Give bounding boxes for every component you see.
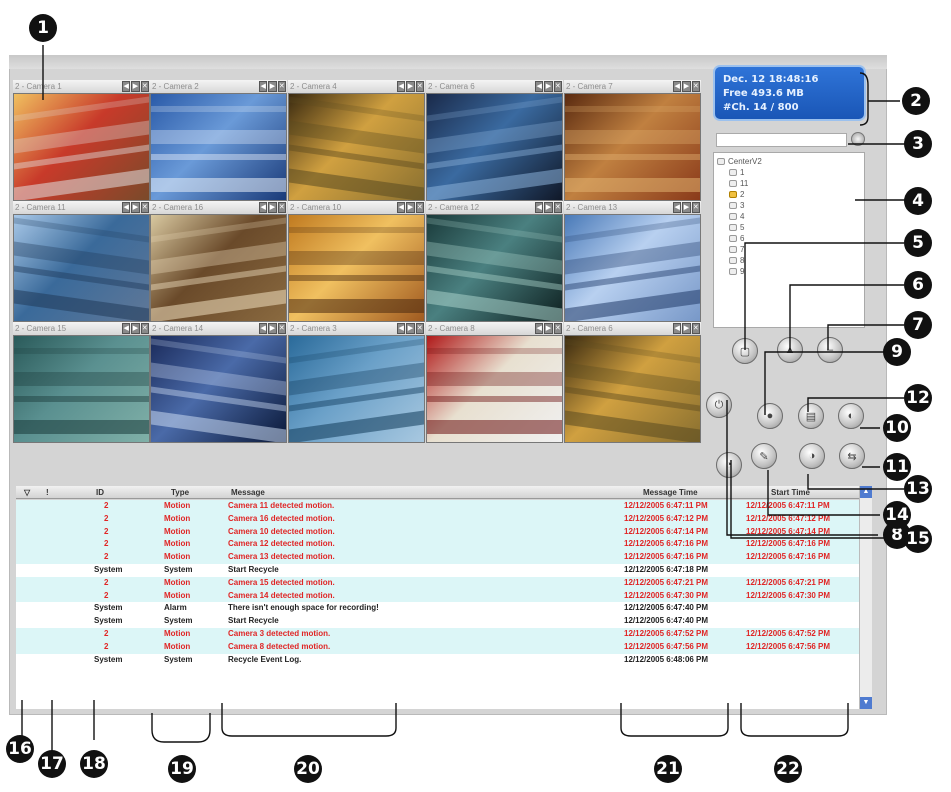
- callout-13: 13: [904, 475, 932, 503]
- leader-21: [620, 703, 729, 737]
- leader-6: [789, 284, 904, 350]
- callout-1: 1: [29, 14, 57, 42]
- callout-2: 2: [902, 87, 930, 115]
- callout-3: 3: [904, 130, 932, 158]
- callout-6: 6: [904, 271, 932, 299]
- leader-22: [740, 703, 849, 737]
- leader-5: [744, 242, 904, 350]
- callout-18: 18: [80, 750, 108, 778]
- callout-14: 14: [883, 501, 911, 529]
- callout-9: 9: [883, 338, 911, 366]
- callout-21: 21: [654, 755, 682, 783]
- callout-15: 15: [904, 525, 932, 553]
- leader-2: [859, 72, 900, 126]
- callout-leader-lines: [21, 45, 918, 757]
- annotated-screenshot: 2 - Camera 1 ◀ ▶ ✕ 2 - Camera 2 ◀ ▶ ✕ 2 - Camera…: [0, 0, 951, 792]
- callout-20: 20: [294, 755, 322, 783]
- callout-4: 4: [904, 187, 932, 215]
- callout-12: 12: [904, 384, 932, 412]
- leader-20: [221, 703, 397, 737]
- leader-15: [730, 460, 904, 539]
- callout-7: 7: [904, 311, 932, 339]
- callout-19: 19: [168, 755, 196, 783]
- callout-22: 22: [774, 755, 802, 783]
- callout-11: 11: [883, 453, 911, 481]
- callout-16: 16: [6, 735, 34, 763]
- leader-12: [807, 397, 904, 412]
- leader-9: [764, 351, 885, 415]
- leader-14: [767, 470, 880, 516]
- callout-17: 17: [38, 750, 66, 778]
- callout-10: 10: [883, 414, 911, 442]
- callout-5: 5: [904, 229, 932, 257]
- leader-19: [151, 713, 211, 743]
